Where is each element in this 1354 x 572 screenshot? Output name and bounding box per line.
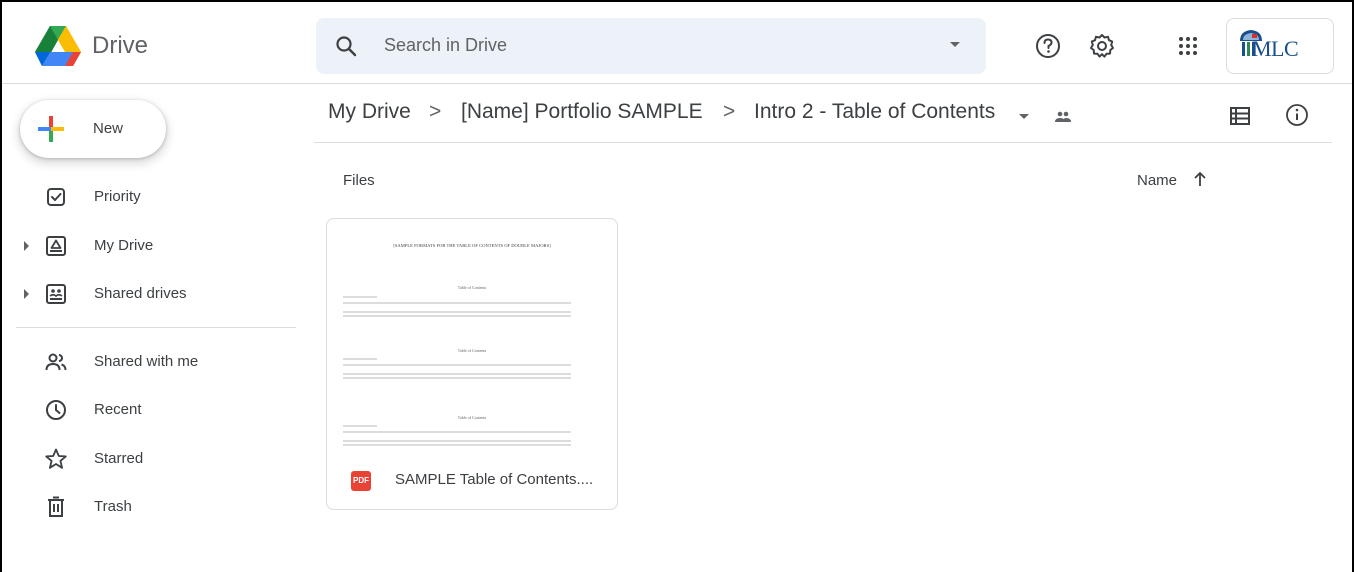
file-thumbnail: [SAMPLE FORMATS FOR THE TABLE OF CONTENT… (343, 243, 571, 446)
top-header: Drive Search in Drive MLC (2, 2, 1352, 84)
apps-grid-icon[interactable] (1174, 32, 1202, 60)
plus-icon (38, 116, 64, 142)
file-name[interactable]: SAMPLE Table of Contents.... (395, 471, 593, 488)
pdf-file-icon: PDF (351, 471, 371, 491)
shared-folder-people-icon (1055, 111, 1071, 122)
sidebar-item-recent[interactable]: Recent (0, 390, 296, 430)
section-heading-files: Files (343, 172, 375, 189)
search-input[interactable]: Search in Drive (384, 35, 507, 56)
sidebar-divider (16, 327, 296, 328)
thumbnail-toc-title: Table of Contents (458, 348, 487, 353)
folder-menu-caret-icon[interactable] (1019, 114, 1029, 119)
sidebar-item-my-drive[interactable]: My Drive (0, 226, 296, 266)
file-card-footer[interactable]: PDF SAMPLE Table of Contents.... (327, 455, 617, 509)
search-bar[interactable]: Search in Drive (316, 18, 986, 74)
account-org-button[interactable]: MLC (1226, 18, 1334, 74)
brand-label[interactable]: Drive (92, 32, 148, 60)
org-label: MLC (1252, 36, 1299, 61)
recent-icon (46, 400, 66, 420)
thumbnail-toc-title: Table of Contents (458, 285, 487, 290)
my-drive-icon (46, 236, 66, 256)
expand-caret-icon[interactable] (24, 241, 29, 251)
sidebar-item-shared-drives[interactable]: Shared drives (0, 274, 296, 314)
trash-icon (48, 496, 64, 517)
breadcrumb-item-current-folder[interactable]: Intro 2 - Table of Contents (754, 100, 995, 124)
new-button-label: New (93, 120, 124, 137)
thumbnail-toc-title: Table of Contents (458, 415, 487, 420)
search-icon[interactable] (334, 34, 358, 58)
sidebar-item-label: Priority (94, 188, 141, 205)
sidebar-item-label: My Drive (94, 237, 154, 254)
shared-drives-icon (46, 284, 66, 304)
sidebar-item-starred[interactable]: Starred (0, 439, 296, 479)
sidebar-item-label: Trash (94, 498, 132, 515)
breadcrumb-item-portfolio[interactable]: [Name] Portfolio SAMPLE (461, 100, 703, 124)
settings-gear-icon[interactable] (1088, 32, 1116, 60)
content-divider (314, 142, 1332, 143)
breadcrumb-separator: > (723, 100, 736, 123)
thumbnail-heading: [SAMPLE FORMATS FOR THE TABLE OF CONTENT… (393, 243, 551, 248)
search-options-dropdown-icon[interactable] (950, 42, 960, 47)
sort-by-name-button[interactable]: Name (1137, 172, 1177, 189)
sidebar-item-shared-with-me[interactable]: Shared with me (0, 342, 296, 382)
breadcrumb-item-my-drive[interactable]: My Drive (328, 100, 411, 124)
file-card[interactable]: [SAMPLE FORMATS FOR THE TABLE OF CONTENT… (326, 218, 618, 510)
sidebar-item-label: Shared with me (94, 353, 199, 370)
sort-ascending-arrow-icon[interactable] (1192, 170, 1208, 188)
star-icon (45, 448, 67, 469)
help-icon[interactable] (1034, 32, 1062, 60)
info-icon[interactable] (1284, 102, 1310, 128)
sidebar-item-priority[interactable]: Priority (0, 177, 296, 217)
sidebar-item-trash[interactable]: Trash (0, 487, 296, 527)
shared-with-me-icon (45, 353, 67, 371)
expand-caret-icon[interactable] (24, 289, 29, 299)
drive-logo-icon[interactable] (34, 24, 82, 68)
list-view-icon[interactable] (1228, 104, 1252, 128)
sidebar-item-label: Shared drives (94, 285, 187, 302)
new-button[interactable]: New (20, 100, 166, 158)
sidebar-item-label: Recent (94, 401, 142, 418)
priority-icon (47, 188, 65, 206)
breadcrumb-separator: > (429, 100, 442, 123)
sidebar-item-label: Starred (94, 450, 144, 467)
